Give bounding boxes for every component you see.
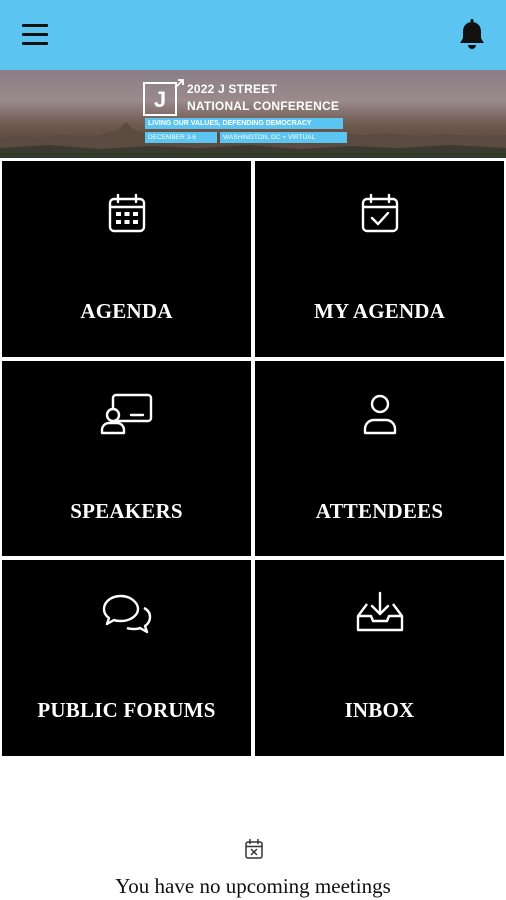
no-meetings-text: You have no upcoming meetings [115, 874, 391, 898]
bell-icon[interactable] [456, 18, 488, 52]
tile-agenda[interactable]: AGENDA [2, 161, 251, 357]
tile-label: MY AGENDA [313, 299, 446, 323]
tile-my-agenda[interactable]: MY AGENDA [255, 161, 504, 357]
tile-public-forums[interactable]: PUBLIC FORUMS [2, 560, 251, 756]
tile-label: ATTENDEES [315, 499, 444, 523]
j-logo-box: J [143, 82, 177, 116]
tile-label: SPEAKERS [70, 499, 183, 523]
banner-tagline: LIVING OUR VALUES, DEFENDING DEMOCRACY [145, 118, 343, 129]
tile-label: INBOX [344, 698, 415, 722]
tile-speakers[interactable]: SPEAKERS [2, 361, 251, 556]
calendar-check-icon [361, 193, 398, 233]
banner-dates: DECEMBER 3-6 [145, 132, 217, 143]
top-app-bar [0, 0, 506, 70]
calendar-x-icon [245, 838, 263, 859]
conference-banner: J 2022 J STREET NATIONAL CONFERENCE LIVI… [0, 70, 506, 158]
banner-location: WASHINGTON, DC + VIRTUAL [220, 132, 347, 143]
j-logo-letter: J [153, 87, 167, 112]
tile-attendees[interactable]: ATTENDEES [255, 361, 504, 556]
tile-label: AGENDA [80, 299, 173, 323]
calendar-grid-icon [108, 193, 145, 233]
presenter-icon [100, 393, 152, 435]
chat-bubbles-icon [102, 594, 151, 634]
tile-inbox[interactable]: INBOX [255, 560, 504, 756]
banner-title-line2: NATIONAL CONFERENCE [187, 99, 340, 113]
person-icon [363, 394, 396, 435]
arrow-up-right-icon [174, 79, 184, 89]
banner-title-line1: 2022 J STREET [187, 82, 277, 96]
tile-label: PUBLIC FORUMS [37, 698, 216, 722]
hamburger-icon[interactable] [22, 22, 50, 48]
inbox-download-icon [356, 591, 403, 632]
